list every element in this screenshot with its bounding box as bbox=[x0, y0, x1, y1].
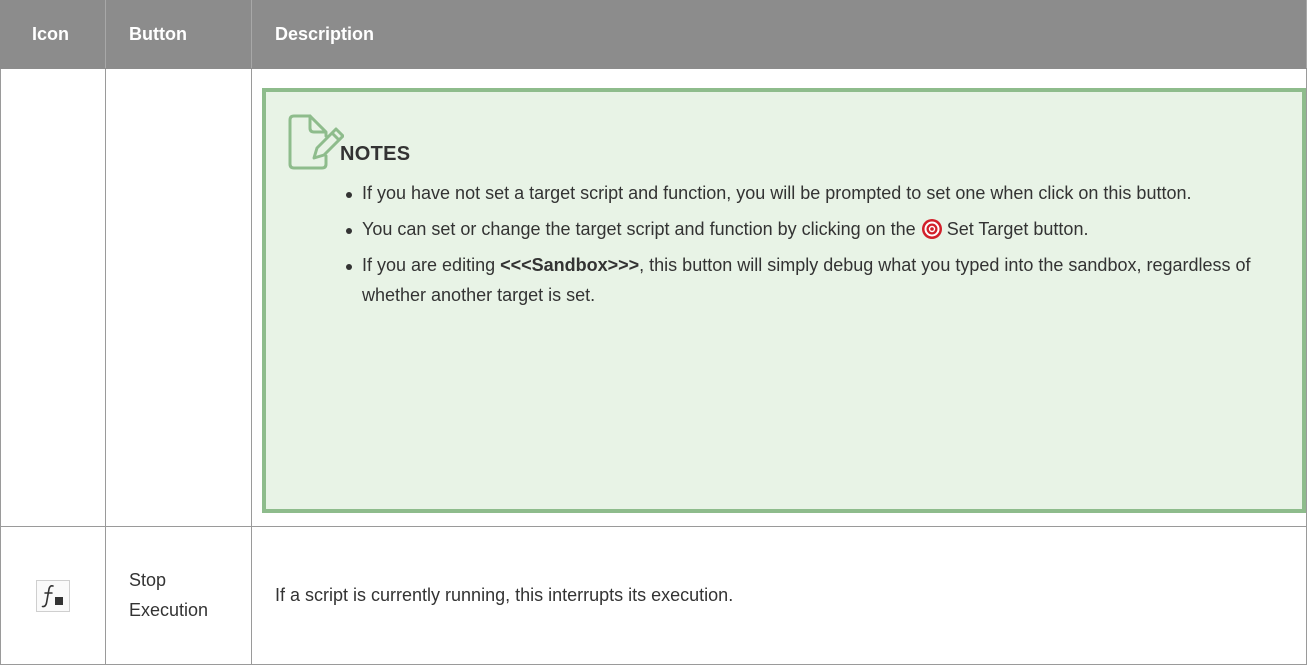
button-label: Stop Execution bbox=[129, 570, 209, 621]
notes-list-item: You can set or change the target script … bbox=[346, 214, 1296, 244]
header-button: Button bbox=[105, 0, 252, 69]
icon-cell-empty bbox=[0, 68, 106, 527]
header-row: Icon Button Description bbox=[0, 0, 1307, 69]
notes-item-text-after: Set Target button. bbox=[946, 218, 1089, 239]
note-pencil-icon bbox=[288, 114, 344, 170]
button-cell: Stop Execution bbox=[105, 525, 252, 666]
description-text: If a script is currently running, this i… bbox=[275, 585, 734, 606]
notes-list-item: If you have not set a target script and … bbox=[346, 178, 1296, 208]
notes-title: NOTES bbox=[340, 142, 411, 165]
icon-cell bbox=[0, 525, 106, 666]
table-row: Stop Execution If a script is currently … bbox=[0, 525, 1307, 666]
notes-box: NOTES If you have not set a target scrip… bbox=[262, 87, 1306, 513]
header-icon: Icon bbox=[0, 0, 106, 69]
notes-item-text: You can set or change the target script … bbox=[362, 218, 921, 239]
table-row: NOTES If you have not set a target scrip… bbox=[0, 68, 1307, 527]
notes-list-item: If you are editing <<<Sandbox>>>, this b… bbox=[346, 250, 1296, 310]
button-cell-empty bbox=[105, 68, 252, 527]
header-description: Description bbox=[251, 0, 1307, 69]
target-icon bbox=[921, 218, 942, 239]
notes-item-text: If you have not set a target script and … bbox=[362, 182, 1192, 203]
notes-item-text: If you are editing bbox=[362, 254, 501, 275]
table-body: NOTES If you have not set a target scrip… bbox=[0, 68, 1307, 666]
button-reference-table: Icon Button Description NOTES If you hav… bbox=[0, 0, 1307, 666]
sandbox-label: <<<Sandbox>>> bbox=[500, 254, 640, 275]
description-cell: If a script is currently running, this i… bbox=[251, 525, 1307, 666]
table-header: Icon Button Description bbox=[0, 0, 1307, 69]
description-cell: NOTES If you have not set a target scrip… bbox=[251, 68, 1307, 527]
notes-list: If you have not set a target script and … bbox=[346, 178, 1296, 316]
stop-execution-icon bbox=[36, 579, 70, 612]
